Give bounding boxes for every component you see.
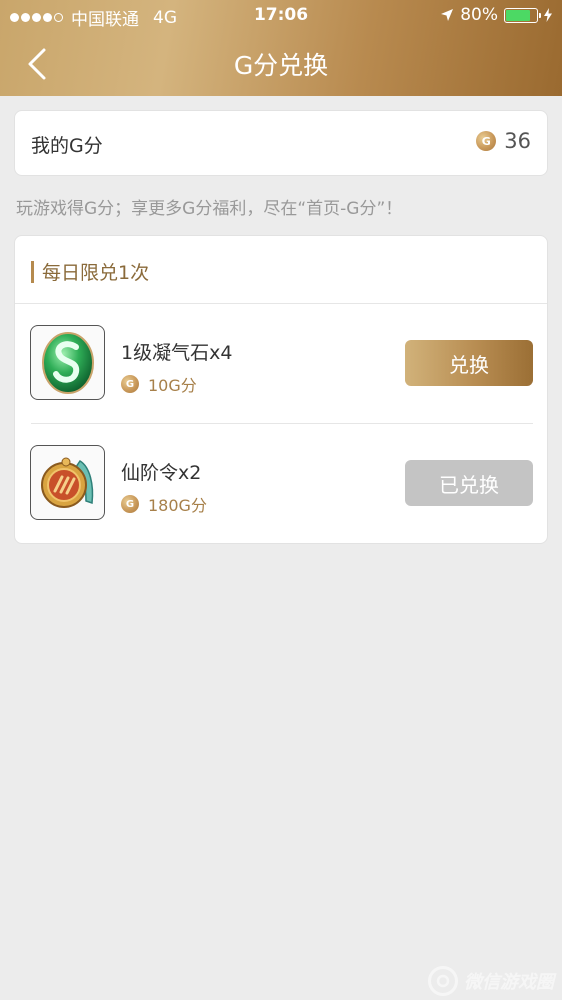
battery-percent: 80% [460,5,498,25]
list-item: 仙阶令x2 G 180G分 已兑换 [15,424,547,544]
g-coin-icon: G [121,495,139,513]
status-right: 80% [440,5,552,25]
watermark: 微信游戏圈 [428,966,554,996]
header: 中国联通 4G 17:06 80% G分兑换 [0,0,562,96]
item-cost: G 10G分 [121,372,197,396]
redeemed-button[interactable]: 已兑换 [405,460,533,506]
item-name: 1级凝气石x4 [121,342,233,364]
gscore-value: 36 [504,129,531,153]
item-cost-value: 10G分 [148,376,197,395]
g-coin-icon: G [121,375,139,393]
battery-icon [504,7,541,23]
item-thumbnail [30,445,105,520]
g-coin-icon: G [476,131,497,151]
item-name: 仙阶令x2 [121,462,202,484]
page-title: G分兑换 [233,51,329,80]
watermark-logo-icon [428,966,458,996]
green-gem-icon [41,331,94,394]
redeem-button[interactable]: 兑换 [405,340,533,386]
watermark-text: 微信游戏圈 [464,972,554,993]
my-gscore-label: 我的G分 [31,135,103,157]
hint-text: 玩游戏得G分；享更多G分福利，尽在“首页-G分”！ [16,199,403,219]
my-gscore-balance: G 36 [476,129,531,153]
charging-bolt-icon [544,8,552,22]
daily-section-title: 每日限兑1次 [42,262,150,284]
location-arrow-icon [441,9,454,21]
status-bar: 中国联通 4G 17:06 80% [0,0,562,32]
section-accent-bar [31,260,34,283]
medal-token-icon [40,457,93,508]
item-thumbnail [30,325,105,400]
battery-fill [506,9,530,21]
daily-redeem-card: 每日限兑1次 1级凝气石x4 G 10G分 兑换 仙阶令x2 G 180G分 已… [14,235,548,544]
my-gscore-card: 我的G分 G 36 [14,110,548,176]
list-item: 1级凝气石x4 G 10G分 兑换 [15,304,547,424]
daily-section-header: 每日限兑1次 [31,258,149,285]
nav-bar: G分兑换 [0,32,562,96]
item-cost: G 180G分 [121,492,207,516]
item-cost-value: 180G分 [148,496,207,515]
